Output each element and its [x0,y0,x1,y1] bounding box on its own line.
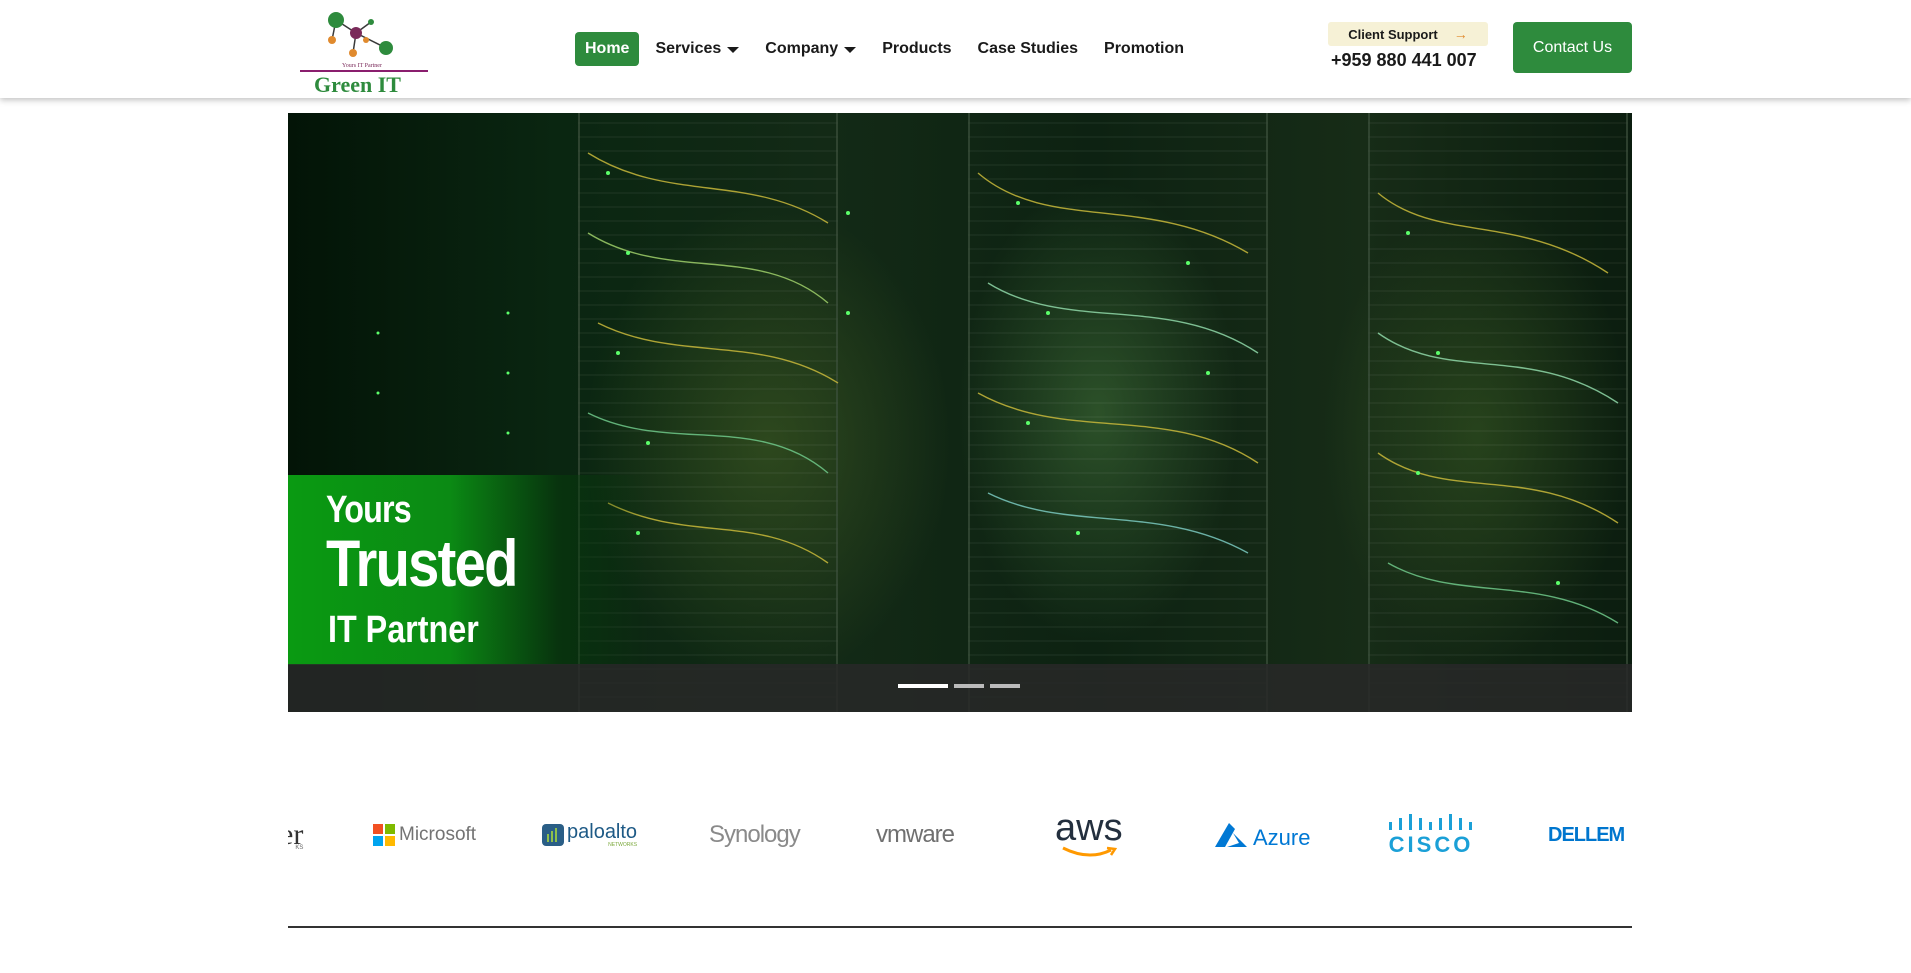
partner-logo-microsoft[interactable]: Microsoft [373,800,476,870]
nav-services-label: Services [655,40,722,57]
brand-name: Green IT [314,72,401,97]
partner-logo-aws[interactable]: aws [1055,800,1123,870]
slide-indicator-1[interactable] [898,684,948,688]
partner-logo-synology[interactable]: Synology [709,800,801,870]
slider-indicators [898,684,1020,688]
nav-products-label: Products [882,40,952,57]
nav-home-label: Home [585,40,630,57]
partner-logo[interactable]: er KS [288,800,303,870]
paloalto-icon [542,824,564,846]
nav-case-studies-label: Case Studies [977,40,1079,57]
nav-case-studies[interactable]: Case Studies [968,32,1088,66]
main-nav: Home Services Company Products Case Stud… [575,32,1200,66]
nav-promotion[interactable]: Promotion [1094,32,1194,66]
partner-logo-dell-emc[interactable]: DELLEM [1548,800,1625,870]
brand-tagline: Yours IT Partner [342,63,382,69]
slider-controls-bar [288,664,1632,712]
nav-promotion-label: Promotion [1104,40,1185,57]
nav-products[interactable]: Products [872,32,961,66]
hero-caption: Yours Trusted IT Partner [288,475,648,665]
section-divider [288,926,1632,928]
site-header: Yours IT Partner Green IT Home Services … [0,0,1911,98]
partner-logo-cisco[interactable]: CISCO [1387,800,1475,870]
partner-logo-text: Azure [1253,825,1311,850]
hero-line-3: IT Partner [328,609,479,651]
partner-logos-carousel: er KS Microsoft paloalto NETWORKS Synolo… [288,800,1632,870]
caret-down-icon [727,47,740,53]
caret-down-icon [844,47,857,53]
client-support-button[interactable]: Client Support → [1328,22,1488,46]
hero-slider: Yours Trusted IT Partner [288,113,1632,712]
partner-logo-paloalto[interactable]: paloalto NETWORKS [542,800,637,870]
partner-logo-text: DELLEM [1548,823,1625,846]
client-support-label: Client Support [1348,26,1438,42]
brand-logo[interactable]: Yours IT Partner Green IT [296,8,430,97]
nav-services[interactable]: Services [645,32,749,66]
microsoft-icon [373,824,395,846]
partner-logo-text: vmware [876,821,955,848]
nav-home[interactable]: Home [575,32,640,66]
partner-logo-subtext: KS [295,845,304,851]
slide-indicator-2[interactable] [954,684,984,688]
nav-company[interactable]: Company [755,32,866,66]
partner-logo-subtext: NETWORKS [608,842,638,848]
support-phone[interactable]: +959 880 441 007 [1328,50,1488,71]
logo-molecule-icon [328,12,393,57]
cisco-bars-icon [1389,814,1472,830]
partner-logo-text: aws [1055,807,1123,849]
partner-logo-text: Microsoft [399,824,477,845]
partner-logo-text: CISCO [1388,832,1474,857]
arrow-right-icon: → [1453,26,1468,42]
azure-icon [1215,823,1247,847]
partner-logo-vmware[interactable]: vmware [876,800,955,870]
partner-logo-text: Synology [709,821,801,848]
aws-smile-icon [1062,846,1117,857]
hero-line-2: Trusted [326,526,518,600]
partner-logo-text: paloalto [567,821,638,843]
slide-indicator-3[interactable] [990,684,1020,688]
partner-logo-azure[interactable]: Azure [1213,800,1310,870]
client-support: Client Support → +959 880 441 007 [1328,22,1488,71]
contact-us-button[interactable]: Contact Us [1513,22,1632,73]
nav-company-label: Company [765,40,839,57]
